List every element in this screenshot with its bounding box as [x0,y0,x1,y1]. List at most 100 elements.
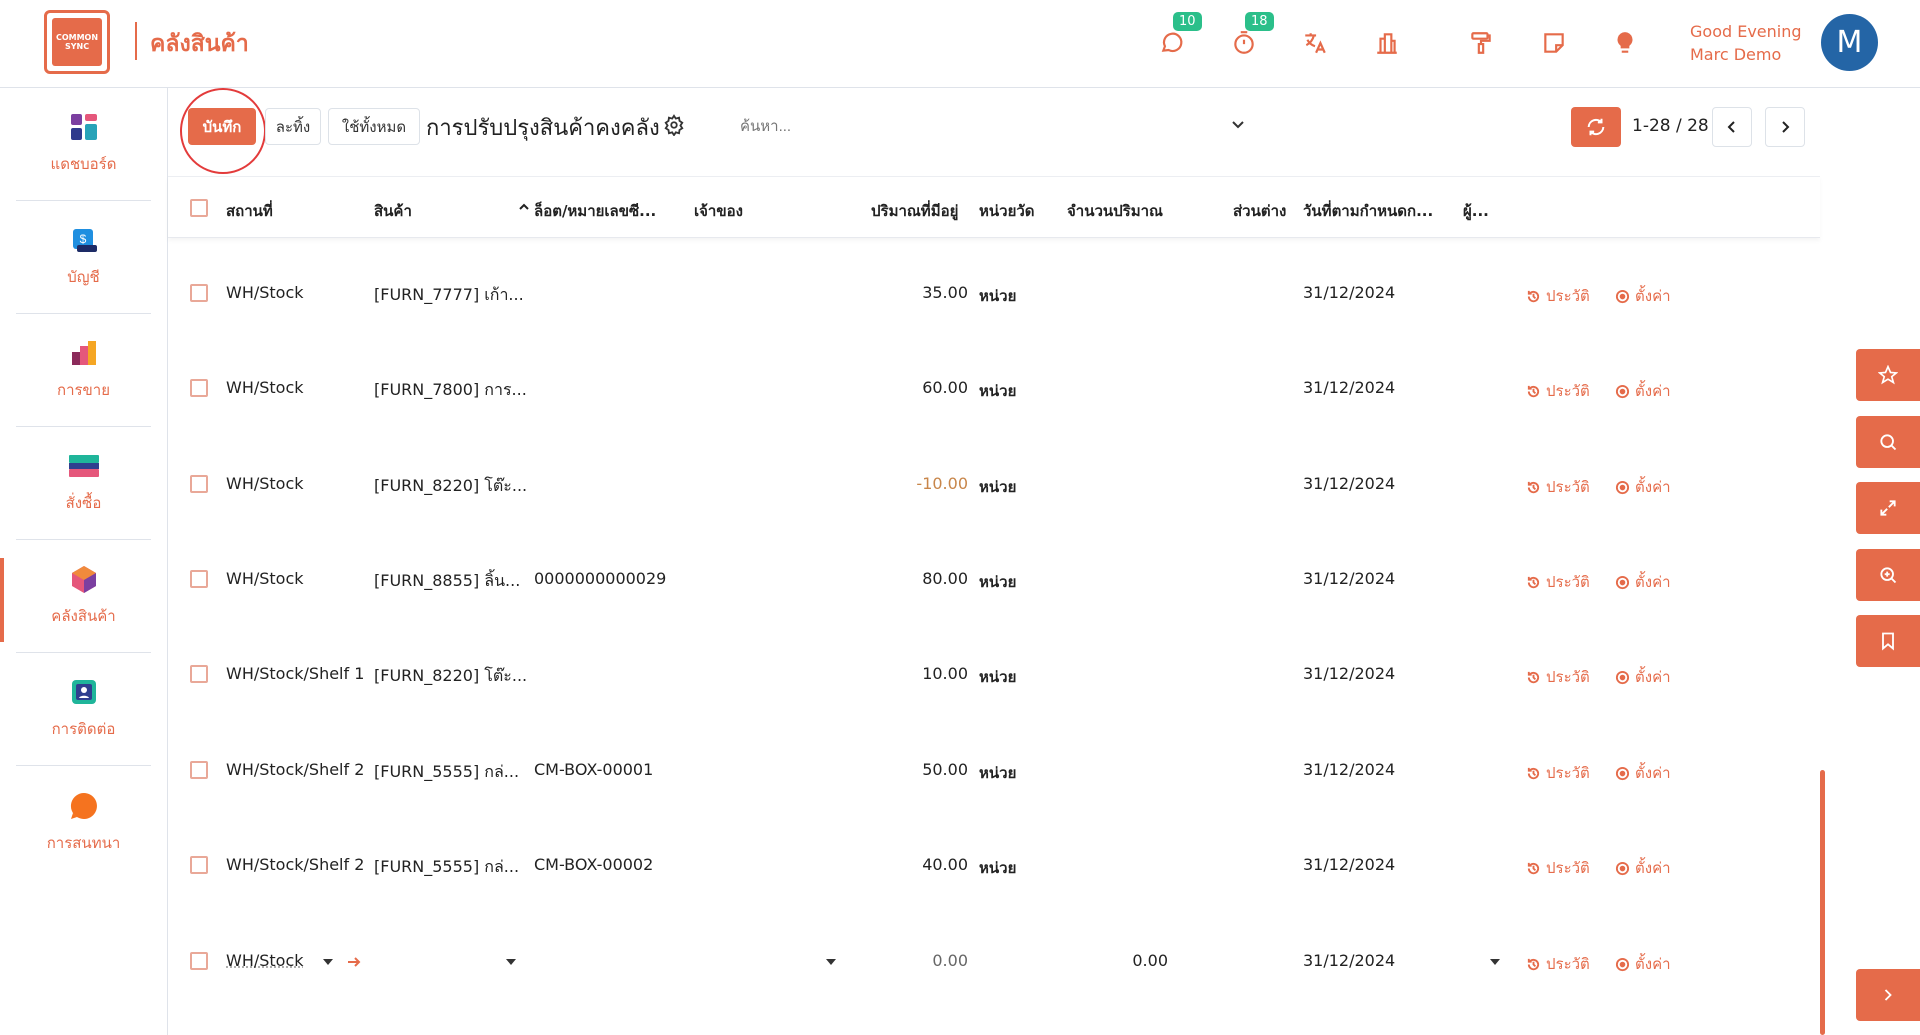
save-button[interactable]: บันทึก [188,108,256,145]
history-label: ประวัติ [1546,570,1590,594]
on-hand-quantity: 10.00 [858,664,968,683]
expand-panel-button[interactable] [1856,969,1920,1021]
history-button[interactable]: ประวัติ [1526,952,1590,976]
chevron-down-icon[interactable] [1230,116,1246,132]
table-row[interactable]: WH/Stock [FURN_8855] ลิ้น... 00000000000… [168,532,1820,627]
sidebar-item-dashboard[interactable]: แดชบอร์ด [16,88,151,201]
set-button[interactable]: ตั้งค่า [1615,665,1671,689]
set-button[interactable]: ตั้งค่า [1615,379,1671,403]
favorite-button[interactable] [1856,349,1920,401]
discard-button[interactable]: ละทิ้ง [265,108,321,145]
table-row[interactable]: WH/Stock/Shelf 1 [FURN_8220] โต๊ะ... 10.… [168,627,1820,722]
app-logo[interactable]: COMMON SYNC [44,10,110,74]
sidebar-item-purchase[interactable]: สั่งซื้อ [16,427,151,540]
set-button[interactable]: ตั้งค่า [1615,475,1671,499]
column-header-user[interactable]: ผู้... [1463,199,1489,223]
table-row[interactable]: WH/Stock [FURN_8220] โต๊ะ... -10.00 หน่ว… [168,437,1820,532]
column-header-uom[interactable]: หน่วยวัด [979,199,1035,223]
row-checkbox[interactable] [190,761,208,779]
set-button[interactable]: ตั้งค่า [1615,570,1671,594]
sidebar-item-sales[interactable]: การขาย [16,314,151,427]
table-row[interactable]: WH/Stock [FURN_7777] เก้า... 35.00 หน่วย… [168,246,1820,341]
column-header-on-hand[interactable]: ปริมาณที่มีอยู่ [871,199,958,223]
row-checkbox[interactable] [190,952,208,970]
product-cell: [FURN_7777] เก้า... [374,283,524,308]
sales-icon [69,338,99,368]
owner-dropdown-caret[interactable] [826,959,836,965]
scheduled-date-input[interactable]: 31/12/2024 [1303,951,1395,970]
row-checkbox[interactable] [190,665,208,683]
table-row[interactable]: WH/Stock/Shelf 2 [FURN_5555] กล่... CM-B… [168,723,1820,818]
column-header-difference[interactable]: ส่วนต่าง [1233,199,1286,223]
set-button[interactable]: ตั้งค่า [1615,761,1671,785]
module-title[interactable]: คลังสินค้า [150,26,249,62]
search-input[interactable] [740,110,1250,142]
chat-button[interactable]: 10 [1157,28,1187,58]
history-button[interactable]: ประวัติ [1526,761,1590,785]
pager-next-button[interactable] [1765,107,1805,147]
location-select[interactable]: WH/Stock [226,951,304,970]
sidebar-item-inventory[interactable]: คลังสินค้า [16,540,151,653]
history-button[interactable]: ประวัติ [1526,856,1590,880]
select-all-checkbox[interactable] [190,199,208,217]
user-avatar[interactable]: M [1821,14,1878,71]
history-button[interactable]: ประวัติ [1526,284,1590,308]
column-header-location[interactable]: สถานที่ [226,199,273,223]
sidebar-item-contacts[interactable]: การติดต่อ [16,653,151,766]
vertical-scrollbar[interactable] [1820,770,1825,1035]
row-checkbox[interactable] [190,570,208,588]
row-checkbox[interactable] [190,856,208,874]
tips-button[interactable] [1610,28,1640,58]
note-icon [1541,30,1567,56]
set-label: ตั้งค่า [1635,856,1671,880]
fullscreen-button[interactable] [1856,482,1920,534]
sidebar-item-label: การขาย [57,378,110,402]
bookmark-icon [1878,631,1898,651]
location-cell: WH/Stock [226,474,304,493]
column-header-scheduled-date[interactable]: วันที่ตามกำหนดก... [1303,199,1433,223]
gear-icon[interactable] [663,114,685,136]
new-row[interactable]: WH/Stock 0.00 0.00 31/12/2024 ประวัติ ตั… [168,914,1820,1009]
pager-value[interactable]: 1-28 / 28 [1632,116,1709,136]
activity-timer-button[interactable]: 18 [1229,28,1259,58]
set-button[interactable]: ตั้งค่า [1615,284,1671,308]
table-row[interactable]: WH/Stock/Shelf 2 [FURN_5555] กล่... CM-B… [168,818,1820,913]
company-button[interactable] [1372,28,1402,58]
chat-badge: 10 [1173,12,1202,31]
set-button[interactable]: ตั้งค่า [1615,952,1671,976]
column-header-product[interactable]: สินค้า [374,199,412,223]
scheduled-date-cell: 31/12/2024 [1303,474,1395,493]
scheduled-date-cell: 31/12/2024 [1303,569,1395,588]
bookmark-button[interactable] [1856,615,1920,667]
refresh-button[interactable] [1571,107,1621,147]
pager-previous-button[interactable] [1712,107,1752,147]
counted-quantity-input[interactable]: 0.00 [1058,951,1168,970]
history-button[interactable]: ประวัติ [1526,475,1590,499]
zoom-button[interactable] [1856,549,1920,601]
row-checkbox[interactable] [190,475,208,493]
row-checkbox[interactable] [190,284,208,302]
set-button[interactable]: ตั้งค่า [1615,856,1671,880]
column-header-counted[interactable]: จำนวนปริมาณ [1067,199,1163,223]
history-button[interactable]: ประวัติ [1526,665,1590,689]
column-header-lot[interactable]: ล็อต/หมายเลขซี... [534,199,656,223]
column-header-owner[interactable]: เจ้าของ [694,199,743,223]
sidebar-item-accounting[interactable]: $ บัญชี [16,201,151,314]
location-dropdown-caret[interactable] [323,959,333,965]
on-hand-quantity: 50.00 [858,760,968,779]
notes-button[interactable] [1539,28,1569,58]
sidebar-item-discuss[interactable]: การสนทนา [16,766,151,879]
row-checkbox[interactable] [190,379,208,397]
apply-all-button[interactable]: ใช้ทั้งหมด [328,108,420,145]
language-button[interactable] [1300,28,1330,58]
product-dropdown-caret[interactable] [506,959,516,965]
history-icon [1526,480,1541,495]
table-row[interactable]: WH/Stock [FURN_7800] การ... 60.00 หน่วย … [168,341,1820,436]
paint-roller-button[interactable] [1466,28,1496,58]
arrow-right-icon[interactable] [346,954,362,970]
history-button[interactable]: ประวัติ [1526,379,1590,403]
history-button[interactable]: ประวัติ [1526,570,1590,594]
sidebar-item-label: คลังสินค้า [51,604,115,628]
quick-search-button[interactable] [1856,416,1920,468]
date-dropdown-caret[interactable] [1490,959,1500,965]
